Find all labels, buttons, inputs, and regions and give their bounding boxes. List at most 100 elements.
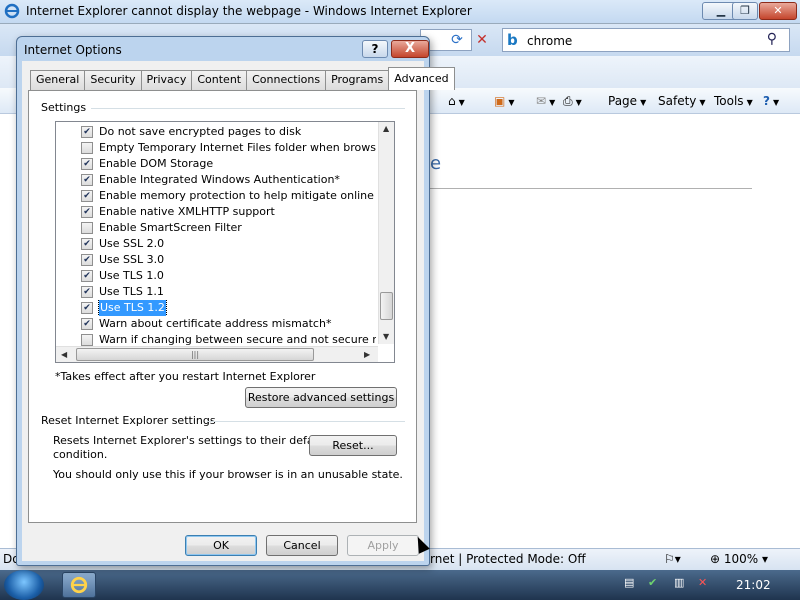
setting-label: Use TLS 1.1 (99, 285, 164, 298)
dialog-close-button[interactable]: X (391, 40, 429, 58)
dialog-body: General Security Privacy Content Connect… (22, 61, 455, 561)
setting-label: Enable Integrated Windows Authentication… (99, 173, 340, 186)
settings-group-line (91, 108, 405, 109)
cancel-button[interactable]: Cancel (266, 535, 338, 556)
tray-shield-icon[interactable]: ✔ (648, 576, 657, 589)
ie-window-title: Internet Explorer cannot display the web… (26, 4, 472, 18)
setting-row[interactable]: Use TLS 1.2 (81, 300, 376, 316)
search-input[interactable]: chrome (527, 34, 572, 48)
search-icon[interactable]: ⚲ (767, 31, 777, 47)
setting-label: Use TLS 1.2 (98, 300, 167, 316)
setting-checkbox[interactable] (81, 238, 93, 250)
setting-checkbox[interactable] (81, 142, 93, 154)
page-menu[interactable]: Page ▼ (608, 92, 646, 110)
bing-icon: b (507, 31, 518, 49)
print-icon[interactable]: ⎙ ▼ (563, 92, 582, 110)
feeds-icon[interactable]: ▣ ▼ (494, 92, 515, 110)
setting-checkbox[interactable] (81, 174, 93, 186)
vertical-scroll-thumb[interactable] (380, 292, 393, 320)
setting-checkbox[interactable] (81, 302, 93, 314)
scroll-left-arrow[interactable]: ◀ (61, 350, 67, 359)
reset-warning: You should only use this if your browser… (53, 468, 403, 481)
restart-note: *Takes effect after you restart Internet… (55, 370, 316, 383)
settings-horizontal-scrollbar[interactable]: ◀ ||| ▶ (56, 346, 378, 362)
internet-explorer-icon (4, 3, 20, 19)
setting-row[interactable]: Enable memory protection to help mitigat… (81, 188, 376, 204)
tray-doc-icon[interactable]: ▤ (624, 576, 634, 589)
setting-label: Warn about certificate address mismatch* (99, 317, 332, 330)
page-heading: e (430, 153, 442, 174)
tray-volume-icon[interactable]: ✕ (698, 576, 707, 589)
tab-content[interactable]: Content (191, 70, 248, 90)
setting-checkbox[interactable] (81, 318, 93, 330)
setting-row[interactable]: Use SSL 3.0 (81, 252, 376, 268)
settings-vertical-scrollbar[interactable]: ▲ ▼ (378, 122, 394, 344)
tools-menu[interactable]: Tools ▼ (714, 92, 753, 110)
setting-checkbox[interactable] (81, 158, 93, 170)
setting-checkbox[interactable] (81, 286, 93, 298)
setting-label: Use SSL 2.0 (99, 237, 165, 250)
setting-row[interactable]: Enable SmartScreen Filter (81, 220, 376, 236)
advanced-tab-page: Settings Do not save encrypted pages to … (28, 90, 417, 523)
setting-checkbox[interactable] (81, 126, 93, 138)
setting-row[interactable]: Use TLS 1.1 (81, 284, 376, 300)
zoom-control[interactable]: ⊕ 100% ▾ (710, 552, 768, 566)
internet-explorer-icon (70, 576, 88, 594)
close-button[interactable]: ✕ (759, 2, 797, 20)
reset-description-cont: condition. (53, 448, 108, 461)
tab-privacy[interactable]: Privacy (140, 70, 193, 90)
setting-label: Enable DOM Storage (99, 157, 214, 170)
stop-icon[interactable]: ✕ (472, 30, 492, 50)
setting-checkbox[interactable] (81, 206, 93, 218)
tab-security[interactable]: Security (84, 70, 142, 90)
horizontal-scroll-thumb[interactable]: ||| (76, 348, 314, 361)
setting-row[interactable]: Use SSL 2.0 (81, 236, 376, 252)
system-tray: ▤ ✔ ▥ ✕ (612, 570, 800, 600)
scroll-right-arrow[interactable]: ▶ (364, 350, 370, 359)
setting-checkbox[interactable] (81, 190, 93, 202)
security-icon[interactable]: ⚐▾ (664, 552, 681, 566)
setting-label: Enable SmartScreen Filter (99, 221, 242, 234)
setting-row[interactable]: Empty Temporary Internet Files folder wh… (81, 140, 376, 156)
setting-row[interactable]: Use TLS 1.0 (81, 268, 376, 284)
tab-advanced[interactable]: Advanced (388, 67, 455, 90)
ok-button[interactable]: OK (185, 535, 257, 556)
reset-description: Resets Internet Explorer's settings to t… (53, 434, 328, 447)
setting-checkbox[interactable] (81, 222, 93, 234)
maximize-button[interactable]: ❐ (732, 2, 758, 20)
settings-list[interactable]: Do not save encrypted pages to disk Empty… (55, 121, 395, 363)
reset-button[interactable]: Reset... (309, 435, 397, 456)
setting-checkbox[interactable] (81, 334, 93, 346)
tray-network-icon[interactable]: ▥ (674, 576, 684, 589)
scroll-up-arrow[interactable]: ▲ (383, 124, 389, 133)
setting-row[interactable]: Enable native XMLHTTP support (81, 204, 376, 220)
setting-row[interactable]: Enable DOM Storage (81, 156, 376, 172)
setting-label: Use TLS 1.0 (99, 269, 164, 282)
refresh-icon[interactable]: ⟳ (447, 30, 467, 50)
taskbar: ▤ ✔ ▥ ✕ 21:02 (0, 570, 800, 600)
home-icon[interactable]: ⌂ ▼ (448, 92, 465, 110)
start-button[interactable] (4, 570, 44, 600)
setting-checkbox[interactable] (81, 270, 93, 282)
dialog-help-button[interactable]: ? (362, 40, 388, 58)
tab-general[interactable]: General (30, 70, 86, 90)
tab-programs[interactable]: Programs (325, 70, 390, 90)
setting-label: Empty Temporary Internet Files folder wh… (99, 141, 376, 154)
restore-advanced-settings-button[interactable]: Restore advanced settings (245, 387, 397, 408)
scroll-down-arrow[interactable]: ▼ (383, 332, 389, 341)
help-icon[interactable]: ? ▼ (763, 92, 779, 110)
apply-button[interactable]: Apply (347, 535, 419, 556)
taskbar-ie-button[interactable] (62, 572, 96, 598)
clock[interactable]: 21:02 (736, 578, 771, 592)
mail-icon[interactable]: ✉ ▼ (536, 92, 555, 110)
tab-connections[interactable]: Connections (246, 70, 327, 90)
search-field[interactable]: b chrome ⚲ (502, 28, 790, 52)
setting-label: Do not save encrypted pages to disk (99, 125, 302, 138)
dialog-title: Internet Options (24, 43, 122, 57)
protected-mode-status: rnet | Protected Mode: Off (430, 552, 586, 566)
setting-row[interactable]: Warn about certificate address mismatch* (81, 316, 376, 332)
setting-row[interactable]: Enable Integrated Windows Authentication… (81, 172, 376, 188)
setting-checkbox[interactable] (81, 254, 93, 266)
safety-menu[interactable]: Safety ▼ (658, 92, 706, 110)
setting-row[interactable]: Do not save encrypted pages to disk (81, 124, 376, 140)
